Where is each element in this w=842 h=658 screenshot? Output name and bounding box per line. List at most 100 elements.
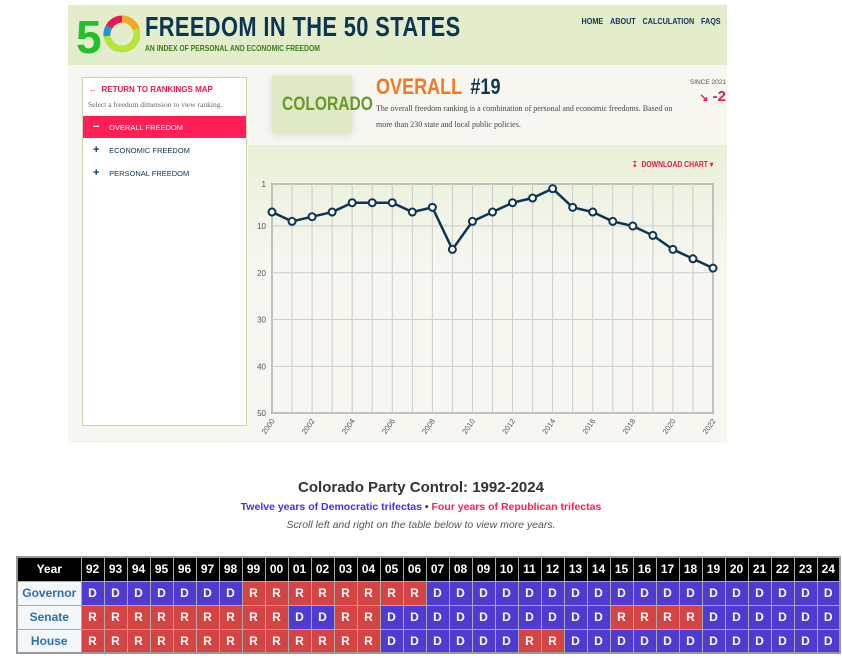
site-title[interactable]: FREEDOM IN THE 50 STATES [145, 11, 461, 43]
party-cell: D [379, 604, 404, 630]
data-point [427, 202, 437, 212]
party-cell: R [126, 628, 151, 654]
party-cell: R [632, 604, 657, 630]
item-label: ECONOMIC FREEDOM [109, 146, 190, 155]
data-point [467, 216, 477, 226]
data-point [387, 198, 397, 208]
download-icon: ↧ [632, 160, 642, 169]
site-subtitle: AN INDEX OF PERSONAL AND ECONOMIC FREEDO… [145, 43, 320, 53]
party-cell: D [517, 580, 542, 606]
party-cell: D [678, 628, 703, 654]
party-control-table[interactable]: Year 92 93 94 95 96 97 98 99 00 01 02 03 04 05 06 07 08 09… [16, 556, 841, 654]
party-cell: D [172, 580, 197, 606]
year-cell: 15 [609, 556, 634, 582]
x-tick-label: 2016 [580, 417, 597, 436]
party-cell: D [678, 580, 703, 606]
year-cell: 93 [103, 556, 128, 582]
data-point [568, 202, 578, 212]
data-point [528, 193, 538, 203]
trend-down-icon: ↘ [699, 92, 709, 104]
party-cell: D [701, 580, 726, 606]
party-cell: D [586, 580, 611, 606]
data-point [648, 230, 658, 240]
nav-home[interactable]: HOME [582, 16, 604, 26]
party-cell: D [540, 580, 565, 606]
dem-trifectas: Twelve years of Democratic trifectas [240, 501, 422, 513]
party-cell: D [448, 604, 473, 630]
party-cell: R [172, 604, 197, 630]
sidebar-item-overall[interactable]: − OVERALL FREEDOM [83, 116, 246, 138]
data-point [628, 221, 638, 231]
year-cell: 11 [517, 556, 542, 582]
nav-about[interactable]: ABOUT [610, 16, 636, 26]
party-cell: R [264, 580, 289, 606]
party-cell: R [103, 604, 128, 630]
party-cell: D [609, 580, 634, 606]
party-cell: D [287, 604, 312, 630]
year-cell: 96 [172, 556, 197, 582]
party-cell: R [195, 628, 220, 654]
data-point [668, 244, 678, 254]
year-cell: 00 [264, 556, 289, 582]
party-cell: D [701, 628, 726, 654]
y-tick-label: 1 [262, 180, 267, 189]
arrow-left-icon: ← [89, 85, 102, 94]
data-point [407, 207, 417, 217]
download-chart-button[interactable]: ↧ DOWNLOAD CHART ▾ [632, 160, 713, 169]
year-cell: 94 [126, 556, 151, 582]
sidebar-item-personal[interactable]: + PERSONAL FREEDOM [83, 162, 246, 184]
state-name: COLORADO [281, 94, 373, 115]
party-cell: D [425, 580, 450, 606]
party-cell: D [517, 604, 542, 630]
year-cell: 07 [425, 556, 450, 582]
data-point [688, 254, 698, 264]
logo-50[interactable]: 5 [76, 11, 140, 55]
party-control-title: Colorado Party Control: 1992-2024 [298, 479, 544, 496]
data-point [367, 198, 377, 208]
x-tick-label: 2006 [380, 417, 397, 436]
party-cell: R [333, 580, 358, 606]
party-cell: D [816, 628, 841, 654]
year-cell: 19 [701, 556, 726, 582]
x-tick-label: 2022 [701, 417, 718, 436]
party-cell: R [517, 628, 542, 654]
party-cell: D [816, 604, 841, 630]
party-cell: R [80, 628, 105, 654]
year-cell: 03 [333, 556, 358, 582]
party-cell: D [494, 580, 519, 606]
year-cell: 10 [494, 556, 519, 582]
party-cell: D [609, 628, 634, 654]
party-cell: R [80, 604, 105, 630]
party-cell: D [724, 580, 749, 606]
party-cell: D [425, 628, 450, 654]
y-tick-label: 30 [257, 316, 266, 325]
x-tick-label: 2004 [340, 417, 357, 436]
party-cell: D [747, 628, 772, 654]
year-cell: 04 [356, 556, 381, 582]
party-cell: D [80, 580, 105, 606]
return-link[interactable]: ← RETURN TO RANKINGS MAP [89, 85, 213, 94]
x-tick-label: 2012 [500, 417, 517, 436]
party-cell: D [816, 580, 841, 606]
party-cell: R [287, 628, 312, 654]
year-cell: 99 [241, 556, 266, 582]
return-label: RETURN TO RANKINGS MAP [101, 85, 213, 94]
party-cell: R [310, 628, 335, 654]
party-cell: R [241, 580, 266, 606]
separator: • [424, 501, 429, 513]
data-point [347, 198, 357, 208]
party-cell: R [264, 604, 289, 630]
nav-calculation[interactable]: CALCULATION [643, 16, 695, 26]
party-cell: R [655, 604, 680, 630]
sidebar-item-economic[interactable]: + ECONOMIC FREEDOM [83, 139, 246, 161]
row-senate: Senate R R R R R R R R R D D R R D D D D D D D D D D R R R R D D D D D D [16, 604, 841, 630]
party-cell: D [471, 580, 496, 606]
x-tick-label: 2008 [420, 417, 437, 436]
party-cell: R [218, 604, 243, 630]
nav-faqs[interactable]: FAQS [701, 16, 721, 26]
party-cell: R [333, 628, 358, 654]
data-point [708, 263, 718, 273]
party-cell: D [563, 580, 588, 606]
year-cell: 92 [80, 556, 105, 582]
party-cell: R [264, 628, 289, 654]
